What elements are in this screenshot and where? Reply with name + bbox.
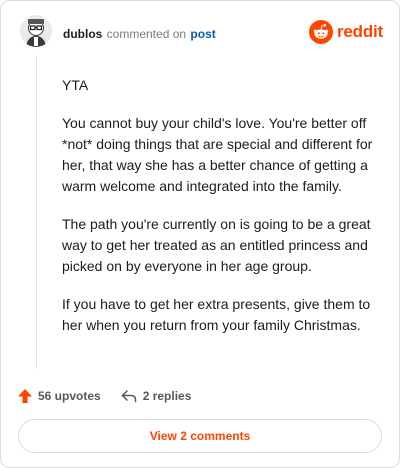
thread-line[interactable] [36, 55, 37, 369]
avatar-icon [20, 15, 52, 47]
commented-label: commented on [106, 27, 187, 41]
view-comments-button[interactable]: View 2 comments [18, 419, 382, 453]
username-link[interactable]: dublos [63, 27, 102, 41]
comment-card: dublos commented on post reddit YTA You … [0, 0, 400, 468]
comment-paragraph: If you have to get her extra presents, g… [62, 296, 371, 333]
upvote-button[interactable]: 56 upvotes [17, 388, 101, 404]
avatar[interactable] [20, 15, 52, 47]
replies-button[interactable]: 2 replies [121, 389, 192, 403]
comment-paragraph: The path you're currently on is going to… [62, 216, 371, 274]
reddit-logo[interactable]: reddit [309, 20, 383, 44]
post-link[interactable]: post [190, 27, 215, 41]
upvote-count: 56 upvotes [38, 389, 101, 403]
comment-body: YTA You cannot buy your child's love. Yo… [62, 75, 378, 353]
replies-count: 2 replies [142, 389, 192, 403]
reddit-snoo-icon [309, 20, 333, 44]
comment-paragraph: You cannot buy your child's love. You're… [62, 115, 373, 194]
upvote-arrow-icon [18, 389, 32, 403]
comment-actions: 56 upvotes 2 replies [17, 384, 191, 408]
comment-header: dublos commented on post [63, 26, 216, 42]
reddit-wordmark: reddit [337, 22, 384, 41]
reply-arrow-icon [121, 390, 136, 403]
comment-paragraph: YTA [62, 77, 89, 93]
